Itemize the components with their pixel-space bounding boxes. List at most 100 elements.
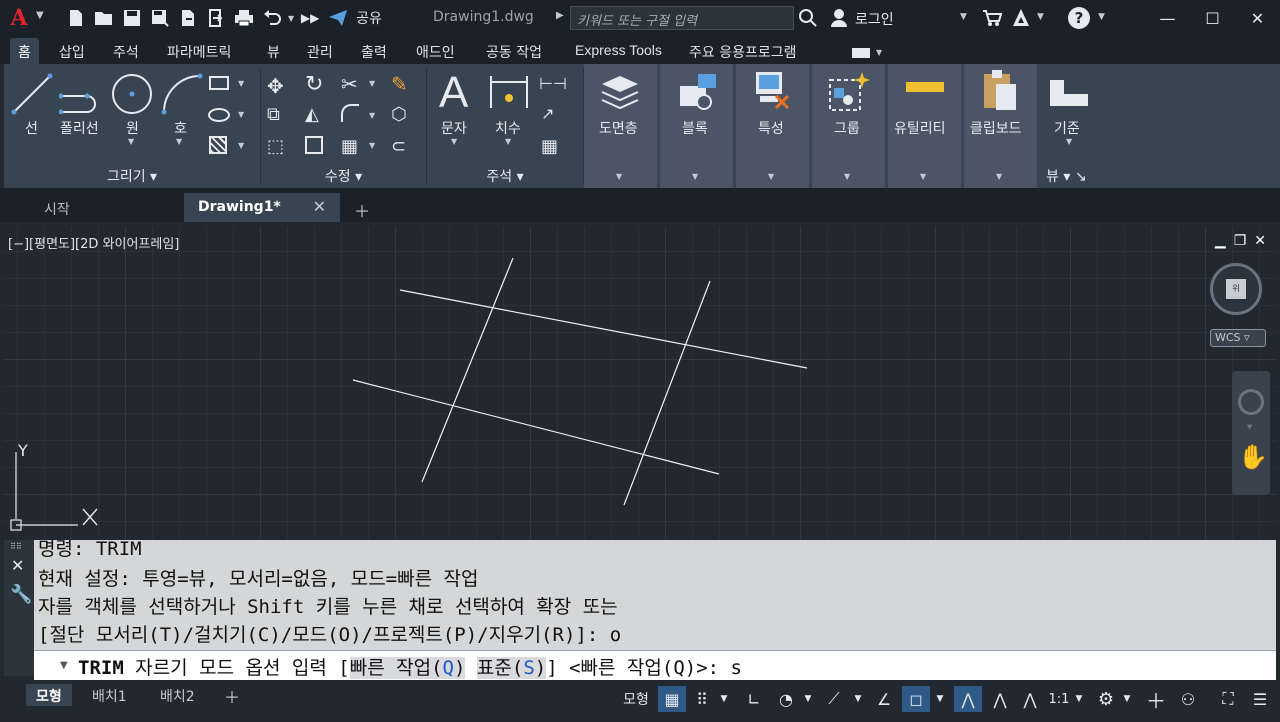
login-dropdown-icon[interactable]: ▼	[960, 12, 967, 22]
base-view-label[interactable]: 기준	[1054, 118, 1080, 138]
search-icon[interactable]	[798, 8, 818, 32]
tab-drawing1[interactable]: Drawing1* ✕	[184, 193, 340, 222]
publish-icon[interactable]	[204, 6, 228, 30]
export-icon[interactable]	[176, 6, 200, 30]
move-icon[interactable]: ✥	[267, 74, 284, 98]
recent-commands-icon[interactable]: ▼	[60, 660, 68, 671]
command-customize-icon[interactable]: 🔧	[10, 584, 32, 605]
array-dropdown-icon[interactable]: ▼	[369, 141, 375, 150]
dimension-icon[interactable]	[487, 72, 531, 116]
command-grip-icon[interactable]: ⠿⠿	[10, 542, 22, 551]
polyline-icon[interactable]	[58, 74, 103, 118]
viewcube-top-face[interactable]: 위	[1226, 279, 1246, 299]
layout-tab-1[interactable]: 배치1	[82, 684, 137, 706]
hatch-dropdown-icon[interactable]: ▼	[238, 141, 244, 150]
fillet-icon[interactable]	[341, 104, 359, 122]
plot-icon[interactable]	[232, 6, 256, 30]
array-icon[interactable]: ▦	[341, 136, 358, 157]
search-input[interactable]: 키워드 또는 구절 입력	[570, 6, 794, 30]
search-expand-icon[interactable]: ▶	[556, 10, 564, 21]
tab-express-tools[interactable]: Express Tools	[575, 42, 662, 58]
layers-dropdown-icon[interactable]: ▼	[616, 172, 622, 181]
command-close-icon[interactable]: ✕	[11, 556, 24, 575]
share-icon[interactable]	[326, 6, 350, 30]
tab-home[interactable]: 홈	[10, 38, 39, 66]
otrack-icon[interactable]: ∠	[870, 686, 898, 712]
dimension-dropdown-icon[interactable]: ▼	[505, 137, 511, 146]
block-dropdown-icon[interactable]: ▼	[692, 172, 698, 181]
offset-icon[interactable]: ⊂	[391, 136, 406, 157]
tab-insert[interactable]: 삽입	[59, 42, 85, 62]
clipboard-panel[interactable]: 클립보드 ▼	[964, 64, 1037, 188]
add-layout-icon[interactable]: ＋	[224, 684, 240, 708]
option-standard[interactable]: 표준(S)	[476, 657, 547, 679]
app-menu-chevron-icon[interactable]: ▼	[36, 10, 44, 21]
tab-manage[interactable]: 관리	[307, 42, 333, 62]
login-label[interactable]: 로그인	[855, 9, 894, 29]
table-icon[interactable]: ▦	[541, 136, 558, 157]
save-as-icon[interactable]	[148, 6, 172, 30]
osnap-icon[interactable]: ◻	[902, 686, 930, 712]
circle-icon[interactable]	[110, 72, 154, 120]
steeringwheel-icon[interactable]	[1238, 389, 1264, 415]
modify-panel-title[interactable]: 수정 ▾	[261, 166, 426, 188]
ellipse-icon[interactable]	[208, 108, 230, 122]
scale-dropdown-icon[interactable]: ▼	[1072, 686, 1086, 712]
close-icon[interactable]: ✕	[1235, 0, 1280, 36]
ribbon-display-toggle-icon[interactable]	[852, 48, 870, 58]
new-icon[interactable]	[64, 6, 88, 30]
new-tab-icon[interactable]: ＋	[354, 198, 370, 222]
autoscale-icon[interactable]: ⋀	[986, 686, 1014, 712]
option-quick[interactable]: 빠른 작업(Q)	[349, 657, 466, 679]
pan-hand-icon[interactable]: ✋	[1238, 443, 1268, 471]
utilities-panel[interactable]: 유틸리티 ▼	[888, 64, 961, 188]
arc-label[interactable]: 호	[174, 118, 187, 138]
copy-icon[interactable]: ⧉	[267, 104, 280, 125]
drawing-geometry[interactable]	[4, 227, 1276, 539]
tab-parametric[interactable]: 파라메트릭	[167, 42, 231, 62]
trim-dropdown-icon[interactable]: ▼	[369, 79, 375, 88]
hatch-icon[interactable]	[209, 136, 227, 154]
maximize-icon[interactable]: ☐	[1190, 0, 1235, 36]
properties-dropdown-icon[interactable]: ▼	[768, 172, 774, 181]
snap-icon[interactable]: ⠿	[688, 686, 716, 712]
open-icon[interactable]	[92, 6, 116, 30]
stretch-icon[interactable]: ⬚	[267, 136, 284, 157]
fullscreen-icon[interactable]: ⛶	[1214, 686, 1242, 712]
arc-dropdown-icon[interactable]: ▼	[176, 137, 182, 146]
ortho-icon[interactable]: ∟	[740, 686, 768, 712]
base-view-icon[interactable]	[1048, 78, 1090, 112]
arc-icon[interactable]	[160, 72, 204, 120]
model-space-button[interactable]: 모형	[616, 686, 656, 712]
line-label[interactable]: 선	[25, 118, 38, 138]
text-icon[interactable]: A	[439, 68, 468, 118]
ribbon-display-dropdown-icon[interactable]: ▼	[876, 48, 882, 57]
tab-start[interactable]: 시작	[30, 193, 84, 222]
snap-dropdown-icon[interactable]: ▼	[716, 686, 732, 712]
tab-view[interactable]: 뷰	[267, 42, 280, 62]
undo-dropdown-icon[interactable]: ▼	[288, 14, 294, 23]
minimize-icon[interactable]: —	[1145, 0, 1190, 36]
tab-collaborate[interactable]: 공동 작업	[486, 42, 542, 62]
isodraft-icon[interactable]: ⟋	[820, 686, 848, 712]
command-input[interactable]: ▼ TRIM 자르기 모드 옵션 입력 [빠른 작업(Q) 표준(S)] <빠른…	[34, 650, 1276, 680]
rotate-icon[interactable]: ↻	[305, 72, 323, 97]
tab-addins[interactable]: 애드인	[416, 42, 455, 62]
undo-icon[interactable]	[260, 6, 284, 30]
clipboard-dropdown-icon[interactable]: ▼	[996, 172, 1002, 181]
fillet-dropdown-icon[interactable]: ▼	[369, 111, 375, 120]
layers-panel[interactable]: 도면층 ▼	[584, 64, 657, 188]
close-tab-icon[interactable]: ✕	[313, 197, 326, 216]
help-icon[interactable]: ?	[1068, 7, 1090, 29]
layout-tab-model[interactable]: 모형	[26, 684, 72, 706]
trim-icon[interactable]: ✂	[341, 72, 358, 96]
autodesk-app-icon[interactable]	[1011, 8, 1031, 32]
text-dropdown-icon[interactable]: ▼	[451, 137, 457, 146]
rectangle-dropdown-icon[interactable]: ▼	[238, 79, 244, 88]
base-dropdown-icon[interactable]: ▼	[1066, 137, 1072, 146]
mirror-icon[interactable]: ◭	[305, 104, 319, 125]
annotation-scale-icon[interactable]: ⋀	[1016, 686, 1044, 712]
scale-icon[interactable]	[305, 136, 323, 154]
share-label[interactable]: 공유	[356, 8, 382, 28]
save-icon[interactable]	[120, 6, 144, 30]
